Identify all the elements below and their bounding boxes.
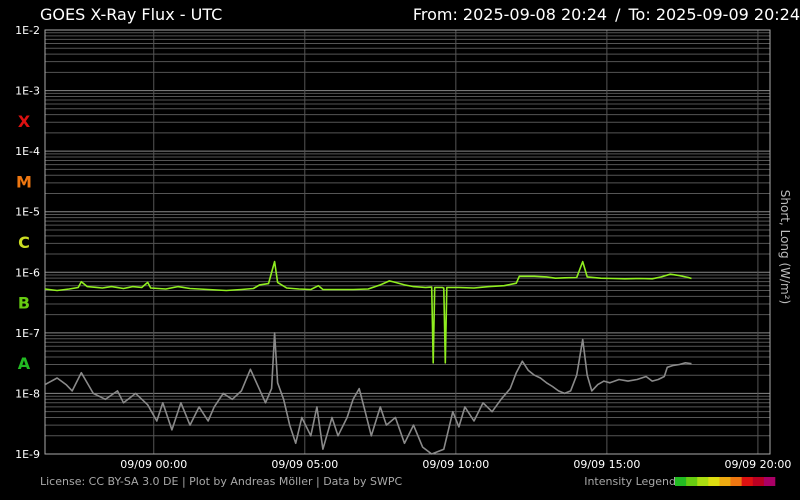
- intensity-legend-swatch: [752, 477, 765, 486]
- y-axis-label: Short, Long (W/m²): [778, 190, 792, 304]
- goes-xray-flux-chart: 1E-9 1E-8 1E-7 1E-6 1E-5 1E-4 1E-3 1E-2 A B C M X 0…: [0, 0, 800, 500]
- intensity-legend-swatch: [741, 477, 754, 486]
- y-tick-label: 1E-8: [15, 387, 40, 400]
- intensity-legend-swatch: [675, 477, 687, 486]
- y-tick-label: 1E-5: [15, 206, 40, 219]
- y-tick-label: 1E-3: [15, 85, 40, 98]
- x-tick-label: 09/09 20:00: [724, 458, 791, 471]
- flare-class-x: X: [18, 112, 31, 131]
- intensity-legend-swatch: [708, 477, 720, 486]
- flare-class-m: M: [16, 172, 32, 191]
- intensity-legend-label: Intensity Legend: [584, 475, 676, 488]
- intensity-legend-swatch: [730, 477, 742, 486]
- intensity-legend-bar: [675, 477, 776, 486]
- intensity-legend-swatch: [686, 477, 698, 486]
- x-tick-label: 09/09 05:00: [271, 458, 338, 471]
- y-tick-label: 1E-6: [15, 266, 40, 279]
- y-tick-label: 1E-7: [15, 327, 40, 340]
- flare-class-c: C: [18, 233, 30, 252]
- y-tick-label: 1E-9: [15, 448, 40, 461]
- flare-class-a: A: [18, 354, 31, 373]
- footer-license: License: CC BY-SA 3.0 DE | Plot by Andre…: [40, 475, 402, 488]
- time-range-from: From: 2025-09-08 20:24: [413, 5, 607, 24]
- intensity-legend-swatch: [763, 477, 776, 486]
- intensity-legend-swatch: [697, 477, 709, 486]
- y-tick-label: 1E-2: [15, 24, 40, 37]
- x-tick-label: 09/09 10:00: [422, 458, 489, 471]
- time-range: From: 2025-09-08 20:24 / To: 2025-09-09 20…: [413, 5, 800, 24]
- flare-class-b: B: [18, 294, 30, 313]
- x-tick-label: 09/09 00:00: [120, 458, 187, 471]
- time-range-separator: /: [615, 5, 621, 24]
- time-range-to: To: 2025-09-09 20:24: [628, 5, 800, 24]
- y-tick-label: 1E-4: [15, 145, 40, 158]
- x-tick-label: 09/09 15:00: [573, 458, 640, 471]
- chart-title: GOES X-Ray Flux - UTC: [40, 5, 222, 24]
- intensity-legend-swatch: [719, 477, 731, 486]
